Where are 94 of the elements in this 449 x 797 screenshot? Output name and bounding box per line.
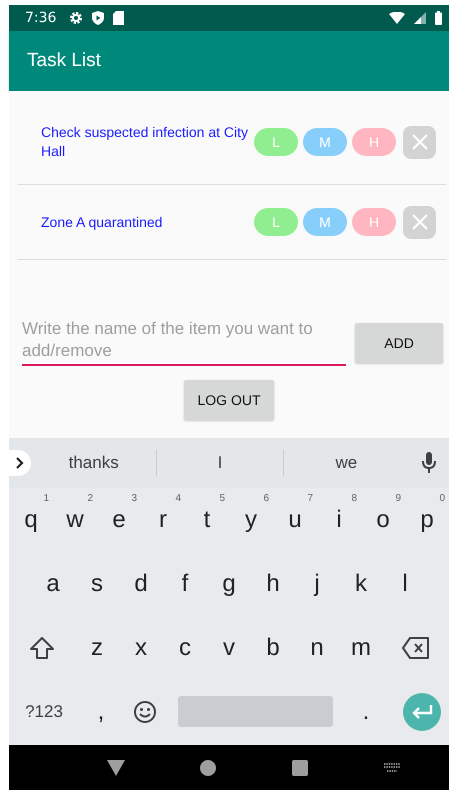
key[interactable]: b <box>251 616 295 680</box>
key-letter: g <box>222 570 236 598</box>
key-letter: u <box>288 506 302 534</box>
key-hint: 6 <box>263 493 269 504</box>
suggestion[interactable]: thanks <box>31 452 156 474</box>
key[interactable]: n <box>295 616 339 680</box>
key-letter: c <box>179 634 191 662</box>
key[interactable]: j <box>295 552 339 616</box>
key-letter: y <box>245 506 257 534</box>
add-button[interactable]: ADD <box>355 323 443 363</box>
key[interactable]: k <box>339 552 383 616</box>
task-name: Zone A quarantined <box>41 212 164 232</box>
key-letter: f <box>182 570 188 598</box>
home-icon[interactable] <box>200 760 216 776</box>
expand-button[interactable] <box>9 450 31 476</box>
key-letter: d <box>134 570 148 598</box>
smiley-icon <box>133 700 157 724</box>
close-icon <box>410 133 428 151</box>
key-letter: z <box>91 634 103 662</box>
key-letter: s <box>91 570 103 598</box>
key-letter: e <box>112 506 126 534</box>
suggestion[interactable]: we <box>284 452 409 474</box>
key[interactable]: 1 q <box>9 488 53 552</box>
battery-icon <box>435 11 442 25</box>
key-letter: b <box>266 634 280 662</box>
key-hint: 4 <box>175 493 181 504</box>
key-letter: o <box>376 506 390 534</box>
chevron-icon <box>15 457 25 469</box>
key-hint: 8 <box>351 493 357 504</box>
item-input-field[interactable]: Write the name of the item you want to add/remove <box>22 318 346 366</box>
key[interactable]: a <box>31 552 75 616</box>
comma-key[interactable]: , <box>79 680 123 743</box>
key-letter: l <box>402 570 408 598</box>
key-letter: v <box>223 634 235 662</box>
signal-icon <box>414 12 426 24</box>
sd-card-icon <box>113 11 124 25</box>
key[interactable]: c <box>163 616 207 680</box>
key-hint: 2 <box>87 493 93 504</box>
key-letter: q <box>24 506 38 534</box>
enter-icon <box>411 704 433 718</box>
symbols-key[interactable]: ?123 <box>9 680 79 743</box>
key[interactable]: 0 p <box>405 488 449 552</box>
key[interactable]: m <box>339 616 383 680</box>
key-letter: t <box>204 506 210 534</box>
key-hint: 7 <box>307 493 313 504</box>
key-letter: x <box>135 634 147 662</box>
key[interactable]: h <box>251 552 295 616</box>
task-name: Check suspected infection at City Hall <box>41 123 249 161</box>
recents-icon[interactable] <box>292 760 308 776</box>
key-hint: 0 <box>439 493 445 504</box>
app-title: Task List <box>27 50 101 72</box>
key[interactable]: v <box>207 616 251 680</box>
shield-icon <box>92 11 104 25</box>
key[interactable]: x <box>119 616 163 680</box>
key-hint: 1 <box>43 493 49 504</box>
keyboard-icon[interactable] <box>383 762 402 772</box>
backspace-icon <box>402 637 430 659</box>
key-letter: m <box>351 634 371 662</box>
status-time: 7:36 <box>25 10 56 26</box>
back-icon[interactable] <box>106 760 125 776</box>
key[interactable]: d <box>119 552 163 616</box>
key-letter: w <box>66 506 84 534</box>
key[interactable]: 7 u <box>273 488 317 552</box>
period-key[interactable]: . <box>344 680 388 743</box>
suggestion[interactable]: I <box>157 452 283 474</box>
key[interactable]: 2 w <box>53 488 97 552</box>
wifi-icon <box>389 12 405 24</box>
key-letter: h <box>266 570 280 598</box>
key[interactable]: f <box>163 552 207 616</box>
key-letter: i <box>336 506 342 534</box>
key-letter: j <box>314 570 320 598</box>
key[interactable]: 6 y <box>229 488 273 552</box>
key[interactable]: s <box>75 552 119 616</box>
key[interactable]: 8 i <box>317 488 361 552</box>
shift-icon <box>29 636 55 660</box>
key-hint: 3 <box>131 493 137 504</box>
key[interactable]: z <box>75 616 119 680</box>
logout-button[interactable]: LOG OUT <box>184 380 274 420</box>
close-icon <box>410 213 428 231</box>
key-letter: k <box>355 570 367 598</box>
key[interactable]: 9 o <box>361 488 405 552</box>
key[interactable]: g <box>207 552 251 616</box>
microphone-icon <box>422 452 436 474</box>
key[interactable]: 4 r <box>141 488 185 552</box>
key-letter: p <box>420 506 434 534</box>
key[interactable]: l <box>383 552 427 616</box>
key-letter: n <box>310 634 324 662</box>
key[interactable]: 5 t <box>185 488 229 552</box>
key-hint: 9 <box>395 493 401 504</box>
key-letter: r <box>159 506 167 534</box>
key[interactable]: 3 e <box>97 488 141 552</box>
key-hint: 5 <box>219 493 225 504</box>
gear-icon <box>69 11 84 25</box>
key-letter: a <box>46 570 60 598</box>
